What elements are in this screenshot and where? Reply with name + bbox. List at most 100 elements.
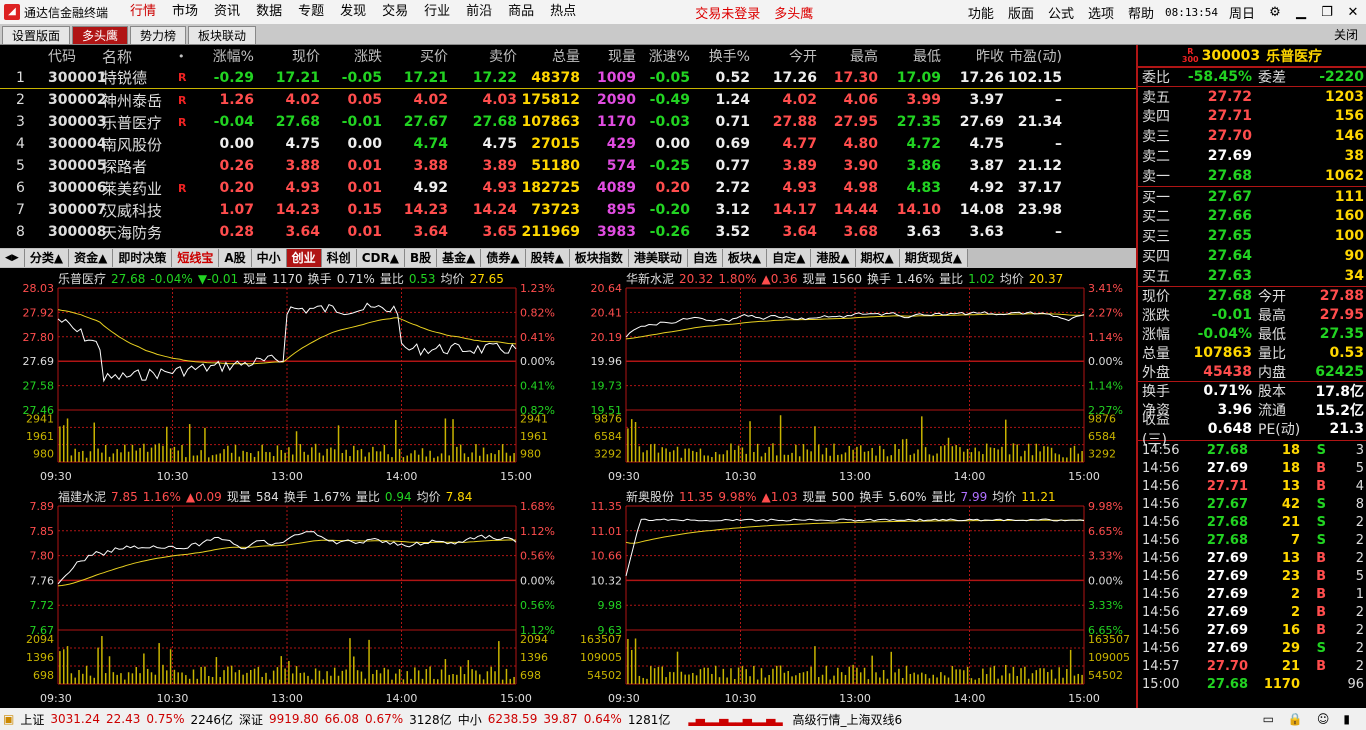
account-link[interactable]: 多头鹰 <box>767 3 820 22</box>
column-header[interactable]: 总量 <box>517 46 580 66</box>
order-book-row[interactable]: 买五 27.63 34 <box>1138 266 1366 286</box>
zx-index-label[interactable]: 中小 <box>458 711 482 728</box>
stat-l2: PE(动) <box>1258 421 1301 438</box>
data-feed-label[interactable]: 高级行情_上海双线6 <box>793 711 903 728</box>
menu-item[interactable]: 市场 <box>164 0 206 24</box>
cell-name: 特锐德 <box>102 69 148 87</box>
tick-list[interactable]: 14:56 27.68 18 S 3 14:56 27.69 18 B 5 14:56 27.71 13… <box>1138 440 1366 693</box>
table-row[interactable]: 1 300001 特锐德 R -0.29 17.21 -0.05 17.21 17.22 4837… <box>0 67 1136 89</box>
table-row[interactable]: 3 300003 乐普医疗 R -0.04 27.68 -0.01 27.67 27.68 107… <box>0 111 1136 133</box>
column-header[interactable]: 最低 <box>878 46 941 66</box>
sz-index-label[interactable]: 深证 <box>239 711 263 728</box>
close-window-icon[interactable]: ✕ <box>1340 5 1366 20</box>
table-row[interactable]: 4 300004 南风股份 0.00 4.75 0.00 4.74 4.75 27015 429 0… <box>0 133 1136 155</box>
menu-item[interactable]: 数据 <box>248 0 290 24</box>
right-menu-item[interactable]: 选项 <box>1081 3 1121 22</box>
sector-tab[interactable]: 创业 <box>286 249 322 267</box>
column-header[interactable]: • <box>178 50 202 63</box>
column-header[interactable]: 代码 <box>28 46 102 66</box>
column-header[interactable]: 最高 <box>817 46 878 66</box>
sector-tab[interactable]: 即时决策 <box>113 249 173 267</box>
account-link[interactable]: 交易未登录 <box>688 3 767 22</box>
column-header[interactable]: 涨跌 <box>320 46 382 66</box>
order-book-row[interactable]: 卖四 27.71 156 <box>1138 106 1366 126</box>
right-menu-item[interactable]: 版面 <box>1001 3 1041 22</box>
sector-tab[interactable]: 科创 <box>321 249 357 267</box>
sector-tab[interactable]: B股 <box>404 249 438 267</box>
sector-tab[interactable]: 债券▲ <box>481 249 526 267</box>
sector-tab[interactable]: 自选 <box>687 249 723 267</box>
layout-tab[interactable]: 板块联动 <box>188 26 257 44</box>
scroll-arrows-icon[interactable]: ◀▶ <box>0 249 25 267</box>
table-row[interactable]: 2 300002 神州泰岳 R 1.26 4.02 0.05 4.02 4.03 175812 20… <box>0 89 1136 111</box>
menu-item[interactable]: 专题 <box>290 0 332 24</box>
order-book-row[interactable]: 买三 27.65 100 <box>1138 226 1366 246</box>
restore-icon[interactable]: ❐ <box>1314 5 1340 20</box>
menu-item[interactable]: 交易 <box>374 0 416 24</box>
column-header[interactable]: 涨幅% <box>202 46 254 66</box>
menu-item[interactable]: 热点 <box>542 0 584 24</box>
order-book-row[interactable]: 卖一 27.68 1062 <box>1138 166 1366 186</box>
table-row[interactable]: 5 300005 探路者 0.26 3.88 0.01 3.88 3.89 51180 574 -0… <box>0 155 1136 177</box>
sector-tab[interactable]: 板块▲ <box>722 249 768 267</box>
column-header[interactable]: 换手% <box>690 46 750 66</box>
column-header[interactable]: 名称 <box>102 46 178 67</box>
right-menu-item[interactable]: 功能 <box>961 3 1001 22</box>
sector-tab[interactable]: A股 <box>219 249 252 267</box>
layout-tab[interactable]: 多头鹰 <box>72 26 129 44</box>
table-row[interactable]: 6 300006 莱美药业 R 0.20 4.93 0.01 4.92 4.93 182725 40… <box>0 177 1136 199</box>
order-book-row[interactable]: 卖五 27.72 1203 <box>1138 86 1366 106</box>
right-menu-item[interactable]: 公式 <box>1041 3 1081 22</box>
settings-icon[interactable]: ⚙ <box>1262 5 1288 20</box>
sector-tab[interactable]: 港美联动 <box>628 249 688 267</box>
sh-index-label[interactable]: 上证 <box>20 711 44 728</box>
order-book-row[interactable]: 买四 27.64 90 <box>1138 246 1366 266</box>
intraday-chart-panel[interactable]: 20.64 20.41 20.19 19.96 19.73 19.51 3.41% 2.27%… <box>568 268 1136 486</box>
window-icon[interactable]: ▭ <box>1263 712 1274 726</box>
sector-tab[interactable]: 自定▲ <box>767 249 812 267</box>
menu-item[interactable]: 前沿 <box>458 0 500 24</box>
table-row[interactable]: 8 300008 天海防务 0.28 3.64 0.01 3.64 3.65 211969 398… <box>0 221 1136 243</box>
order-book-row[interactable]: 买一 27.67 111 <box>1138 186 1366 206</box>
intraday-chart-panel[interactable]: 7.89 7.85 7.80 7.76 7.72 7.67 1.68% 1.12% 0.56% 0… <box>0 486 568 708</box>
column-header[interactable]: 市盈(动) <box>1004 46 1062 66</box>
menu-item[interactable]: 商品 <box>500 0 542 24</box>
sector-tab[interactable]: 资金▲ <box>69 249 114 267</box>
minimize-icon[interactable]: ▁ <box>1288 5 1314 20</box>
sector-tab[interactable]: 港股▲ <box>811 249 856 267</box>
lock-icon[interactable]: 🔒 <box>1288 712 1303 726</box>
intraday-chart-panel[interactable]: 28.03 27.92 27.80 27.69 27.58 27.46 1.23% 0.82%… <box>0 268 568 486</box>
intraday-chart-panel[interactable]: 11.35 11.01 10.66 10.32 9.98 9.63 9.98% 6.65% 3.… <box>568 486 1136 708</box>
menu-item[interactable]: 资讯 <box>206 0 248 24</box>
close-layout-button[interactable]: 关闭 <box>1334 26 1358 43</box>
sector-tab[interactable]: 期权▲ <box>855 249 900 267</box>
sector-tab[interactable]: 短线宝 <box>172 249 220 267</box>
user-icon[interactable]: ☺ <box>1317 712 1330 726</box>
column-header[interactable]: 现价 <box>254 46 320 66</box>
column-header[interactable]: 昨收 <box>941 46 1004 66</box>
column-header[interactable]: 卖价 <box>448 46 517 66</box>
table-row[interactable]: 7 300007 汉威科技 1.07 14.23 0.15 14.23 14.24 73723 8… <box>0 199 1136 221</box>
volume-ratio: 1.02 <box>968 272 995 286</box>
sector-tab[interactable]: 期货现货▲ <box>899 249 969 267</box>
menu-item[interactable]: 行情 <box>122 0 164 24</box>
right-menu-item[interactable]: 帮助 <box>1121 3 1161 22</box>
column-header[interactable]: 买价 <box>382 46 448 66</box>
sector-tab[interactable]: 分类▲ <box>24 249 70 267</box>
sector-tab[interactable]: 板块指数 <box>569 249 629 267</box>
menu-item[interactable]: 行业 <box>416 0 458 24</box>
column-header[interactable]: 现量 <box>580 46 636 66</box>
column-header[interactable]: 涨速% <box>636 46 690 66</box>
sz-index-amount: 3128亿 <box>409 712 452 727</box>
column-header[interactable]: 今开 <box>750 46 817 66</box>
order-book-row[interactable]: 卖三 27.70 146 <box>1138 126 1366 146</box>
layout-tab[interactable]: 势力榜 <box>130 26 187 44</box>
order-book-row[interactable]: 买二 27.66 160 <box>1138 206 1366 226</box>
sector-tab[interactable]: 基金▲ <box>437 249 482 267</box>
menu-item[interactable]: 发现 <box>332 0 374 24</box>
sector-tab[interactable]: CDR▲ <box>356 249 405 267</box>
layout-tab[interactable]: 设置版面 <box>2 26 71 44</box>
sector-tab[interactable]: 股转▲ <box>525 249 570 267</box>
sector-tab[interactable]: 中小 <box>251 249 287 267</box>
order-book-row[interactable]: 卖二 27.69 38 <box>1138 146 1366 166</box>
